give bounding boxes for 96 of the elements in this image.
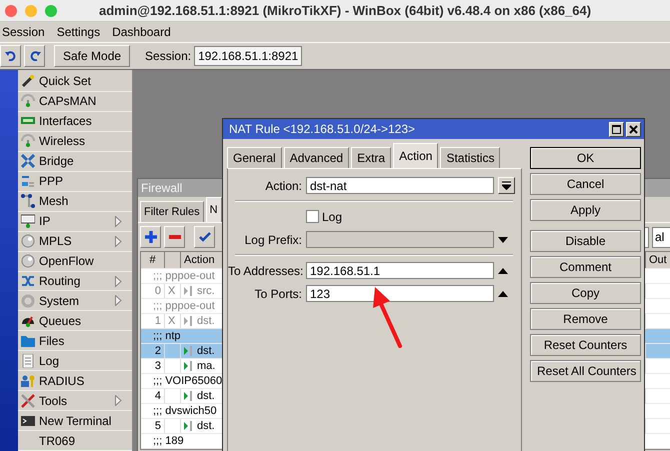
mesh-icon bbox=[21, 194, 35, 208]
sidebar-item[interactable]: TR069 bbox=[18, 431, 132, 451]
redo-button[interactable] bbox=[24, 45, 45, 67]
session-label: Session: bbox=[145, 49, 192, 63]
column-header[interactable]: # bbox=[141, 252, 165, 268]
dialog-title: NAT Rule <192.168.51.0/24->123> bbox=[229, 122, 416, 136]
column-header[interactable]: Out bbox=[646, 252, 670, 268]
menu-item[interactable]: Settings bbox=[56, 25, 100, 39]
sidebar-item[interactable]: Queues bbox=[18, 311, 132, 332]
tools-icon bbox=[21, 394, 35, 408]
sidebar-item[interactable]: System bbox=[18, 291, 132, 312]
undo-icon bbox=[4, 51, 16, 61]
sidebar-item[interactable]: IP bbox=[18, 212, 132, 232]
dropdown-button[interactable] bbox=[498, 177, 515, 194]
sidebar-item[interactable]: Log bbox=[18, 351, 132, 372]
tab[interactable]: Statistics bbox=[440, 147, 500, 168]
safe-mode-button[interactable]: Safe Mode bbox=[54, 45, 130, 67]
field-label: To Addresses: bbox=[228, 264, 302, 278]
antenna-icon bbox=[21, 94, 35, 108]
arrows-icon bbox=[21, 154, 35, 168]
wand-icon bbox=[21, 74, 35, 88]
close-button[interactable] bbox=[626, 122, 641, 136]
redo-icon bbox=[28, 51, 40, 61]
dialog-button[interactable]: OK bbox=[530, 147, 641, 169]
close-icon bbox=[629, 124, 638, 134]
checkbox-label: Log bbox=[322, 210, 342, 224]
plus-icon bbox=[144, 231, 156, 243]
field-label: To Ports: bbox=[254, 286, 302, 300]
monitor-icon bbox=[21, 214, 35, 228]
dialog-button[interactable]: Apply bbox=[530, 199, 641, 221]
add-button[interactable] bbox=[140, 226, 161, 248]
checkbox[interactable] bbox=[306, 210, 319, 223]
action-icon bbox=[184, 345, 194, 357]
disc-icon bbox=[21, 254, 35, 268]
sidebar-item[interactable]: Files bbox=[18, 331, 132, 352]
tab[interactable]: Advanced bbox=[284, 147, 350, 168]
sidebar-item[interactable]: PPP bbox=[18, 172, 132, 192]
input-field[interactable]: 123 bbox=[306, 285, 494, 302]
tab[interactable]: N bbox=[206, 197, 222, 222]
dialog-button[interactable]: Cancel bbox=[530, 173, 641, 195]
sidebar-item[interactable]: CAPsMAN bbox=[18, 92, 132, 112]
tab[interactable]: General bbox=[227, 147, 282, 168]
checkmark-icon bbox=[198, 232, 210, 242]
dropdown-icon bbox=[502, 181, 511, 190]
action-icon bbox=[184, 360, 194, 372]
collapse-icon[interactable] bbox=[498, 290, 508, 296]
sidebar-item[interactable]: Wireless bbox=[18, 132, 132, 152]
field-label: Log Prefix: bbox=[244, 232, 302, 246]
filter-select[interactable]: al bbox=[652, 226, 670, 248]
gauge-icon bbox=[21, 314, 35, 328]
session-field: 192.168.51.1:8921 bbox=[194, 46, 302, 66]
tab[interactable]: Filter Rules bbox=[140, 201, 204, 222]
sidebar-item[interactable]: Routing bbox=[18, 272, 132, 292]
disc-icon bbox=[21, 234, 35, 248]
action-icon bbox=[184, 315, 194, 327]
sidebar-item[interactable]: OpenFlow bbox=[18, 252, 132, 272]
sidebar-item[interactable]: Mesh bbox=[18, 192, 132, 212]
crossing-arrows-icon bbox=[21, 274, 35, 288]
document-icon bbox=[21, 354, 35, 368]
maximize-icon bbox=[612, 124, 621, 134]
dialog-button[interactable]: Reset All Counters bbox=[530, 360, 641, 382]
user-key-icon bbox=[21, 374, 35, 388]
ppp-icon bbox=[21, 174, 35, 188]
terminal-icon bbox=[21, 414, 35, 428]
menu-item[interactable]: Session bbox=[2, 25, 45, 39]
tab[interactable]: Extra bbox=[351, 147, 392, 168]
dialog-button[interactable]: Remove bbox=[530, 308, 641, 330]
select-field[interactable]: dst-nat bbox=[306, 177, 494, 194]
close-window-button[interactable] bbox=[5, 4, 17, 16]
sidebar-item[interactable]: Interfaces bbox=[18, 112, 132, 132]
tab[interactable]: Action bbox=[393, 143, 438, 168]
action-icon bbox=[184, 420, 194, 432]
remove-button[interactable] bbox=[164, 226, 185, 248]
sidebar-item[interactable]: Quick Set bbox=[18, 72, 132, 92]
sidebar-item[interactable]: MPLS bbox=[18, 232, 132, 252]
menu-item[interactable]: Dashboard bbox=[112, 25, 171, 39]
folder-icon bbox=[21, 334, 35, 348]
sidebar-item[interactable]: Tools bbox=[18, 391, 132, 412]
sidebar-item[interactable]: RADIUS bbox=[18, 371, 132, 392]
sidebar-item[interactable]: Bridge bbox=[18, 152, 132, 172]
gear-icon bbox=[21, 294, 35, 308]
dialog-button[interactable]: Reset Counters bbox=[530, 334, 641, 356]
antenna-icon bbox=[21, 134, 35, 148]
window-title: admin@192.168.51.1:8921 (MikroTikXF) - WinBox (64bit) v6.48.4 on x86 (x86_64) bbox=[99, 3, 592, 18]
maximize-button[interactable] bbox=[609, 122, 624, 136]
input-field[interactable]: 192.168.51.1 bbox=[306, 262, 494, 279]
dialog-button[interactable]: Disable bbox=[530, 230, 641, 252]
field-label: Action: bbox=[264, 178, 302, 192]
sidebar-item[interactable]: New Terminal bbox=[18, 411, 132, 432]
dialog-button[interactable]: Comment bbox=[530, 256, 641, 278]
enable-button[interactable] bbox=[194, 226, 215, 248]
dialog-button[interactable]: Copy bbox=[530, 282, 641, 304]
minus-icon bbox=[168, 235, 180, 239]
action-icon bbox=[184, 390, 194, 402]
undo-button[interactable] bbox=[0, 45, 21, 67]
action-icon bbox=[184, 285, 194, 297]
